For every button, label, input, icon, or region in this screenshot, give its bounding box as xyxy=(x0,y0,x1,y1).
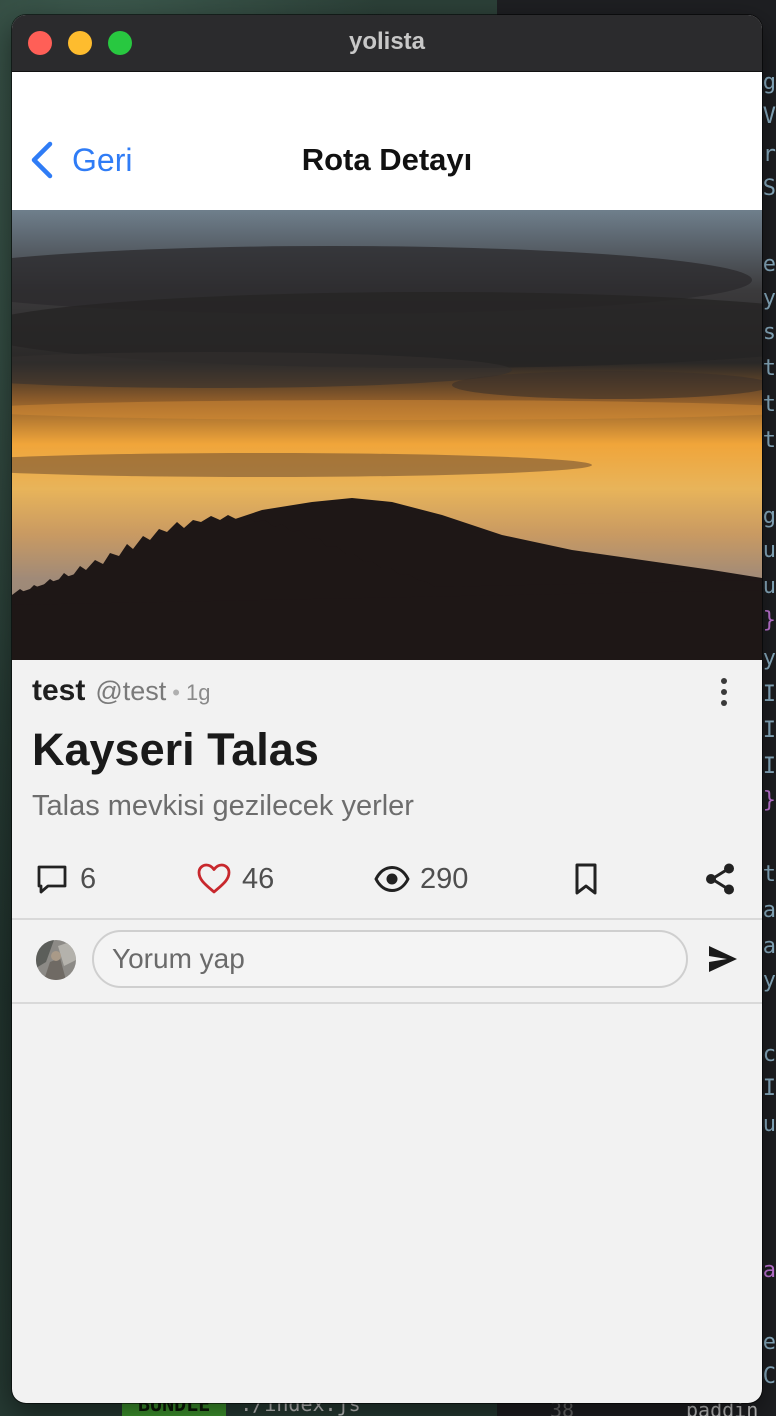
editor-text: S xyxy=(762,176,776,201)
bookmark-icon xyxy=(575,863,597,895)
editor-text: I xyxy=(762,682,776,707)
more-vertical-icon[interactable] xyxy=(716,676,732,708)
editor-text: I xyxy=(762,718,776,743)
post-actions: 6 46 290 xyxy=(12,857,762,901)
comment-input[interactable] xyxy=(92,930,688,988)
comment-composer xyxy=(12,920,762,1000)
editor-text: t xyxy=(762,428,776,453)
likes-count: 46 xyxy=(242,862,275,895)
like-button[interactable]: 46 xyxy=(196,857,274,901)
author-handle[interactable]: @test xyxy=(95,676,166,707)
editor-text: I xyxy=(762,754,776,779)
bookmark-button[interactable] xyxy=(568,857,604,901)
editor-text: s xyxy=(762,320,776,345)
editor-text: V xyxy=(762,104,776,129)
editor-text: C xyxy=(762,1364,776,1389)
editor-text: t xyxy=(762,392,776,417)
window-titlebar[interactable]: yolista xyxy=(12,15,762,72)
editor-text: } xyxy=(762,608,776,633)
editor-text: I xyxy=(762,1076,776,1101)
comment-icon xyxy=(37,865,67,894)
share-button[interactable] xyxy=(702,857,738,901)
editor-text: u xyxy=(762,574,776,599)
share-icon xyxy=(706,863,734,895)
window-title: yolista xyxy=(348,28,426,55)
heart-icon xyxy=(197,863,231,894)
post-cover-image xyxy=(12,210,762,660)
post-description: Talas mevkisi gezilecek yerler xyxy=(32,790,414,822)
author-name[interactable]: test xyxy=(32,674,85,708)
editor-text: t xyxy=(762,356,776,381)
post-title: Kayseri Talas xyxy=(32,724,319,775)
send-icon[interactable] xyxy=(706,942,740,976)
page-title: Rota Detayı xyxy=(301,142,473,177)
post-age: 1g xyxy=(186,680,211,705)
post-meta: test @test • 1g xyxy=(32,674,210,708)
editor-text: } xyxy=(762,788,776,813)
comments-button[interactable]: 6 xyxy=(34,857,96,901)
app-window: yolista Geri Rota Detayı test @test • 1g… xyxy=(12,15,762,1403)
views-stat: 290 xyxy=(374,857,468,901)
navigation-bar: Geri Rota Detayı xyxy=(12,72,762,210)
avatar xyxy=(36,940,76,980)
views-count: 290 xyxy=(420,862,469,895)
meta-separator: • xyxy=(172,680,180,705)
eye-icon xyxy=(374,866,410,892)
divider xyxy=(12,1002,762,1004)
comments-count: 6 xyxy=(80,862,97,895)
